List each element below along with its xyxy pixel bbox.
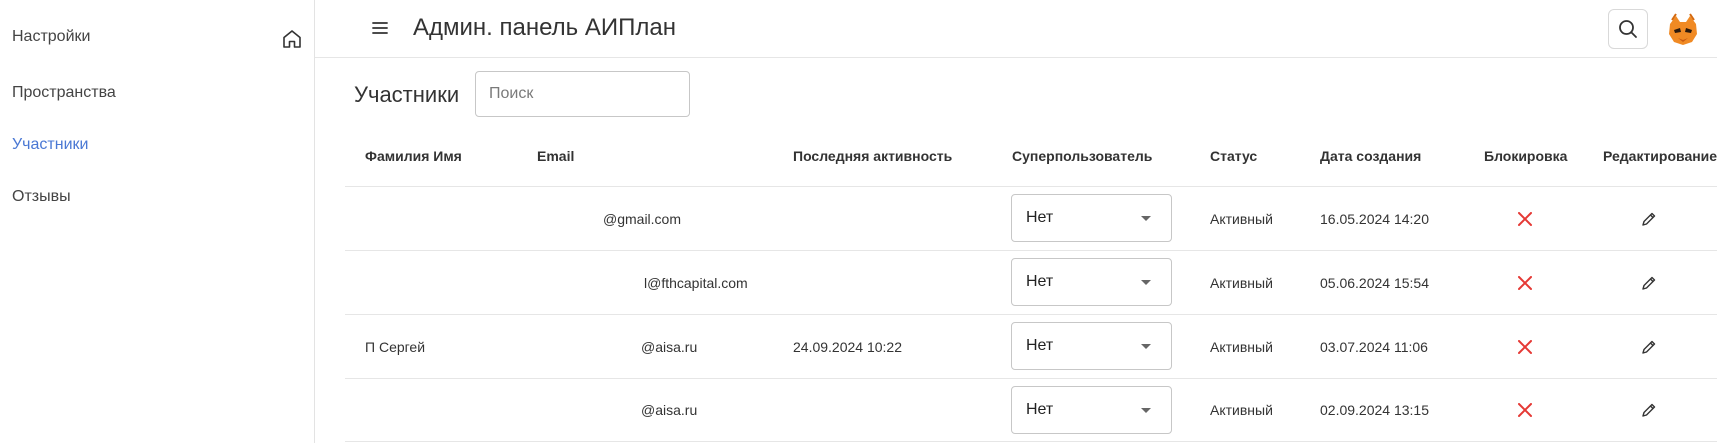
- block-button[interactable]: [1515, 209, 1535, 229]
- chevron-down-icon: [1141, 279, 1151, 285]
- close-icon: [1518, 275, 1532, 290]
- pencil-icon: [1642, 403, 1656, 417]
- pencil-icon: [1642, 276, 1656, 290]
- superuser-value: Нет: [1026, 337, 1054, 354]
- cell-email: @aisa.ru: [641, 338, 698, 355]
- pencil-icon: [1642, 340, 1656, 354]
- column-header-name[interactable]: Фамилия Имя: [365, 148, 462, 164]
- chevron-down-icon: [1141, 343, 1151, 349]
- table-row: @gmail.com Нет Активный 16.05.2024 14:20: [345, 186, 1717, 250]
- cell-created: 02.09.2024 13:15: [1320, 402, 1429, 418]
- cell-last-activity: 24.09.2024 10:22: [793, 338, 902, 355]
- cell-created: 05.06.2024 15:54: [1320, 274, 1429, 291]
- column-header-created[interactable]: Дата создания: [1320, 148, 1421, 164]
- superuser-select[interactable]: Нет: [1011, 386, 1172, 434]
- block-button[interactable]: [1515, 337, 1535, 357]
- close-icon: [1518, 403, 1532, 417]
- table-row: П Сергей @aisa.ru 24.09.2024 10:22 Нет А…: [345, 314, 1717, 378]
- column-header-edit[interactable]: Редактирование: [1603, 148, 1717, 164]
- edit-button[interactable]: [1639, 337, 1659, 357]
- sidebar-divider: [314, 0, 315, 443]
- avatar-image: [1664, 10, 1702, 48]
- app-title: Админ. панель АИПлан: [413, 14, 676, 41]
- search-icon: [1619, 20, 1637, 38]
- sidebar-item-reviews[interactable]: Отзывы: [12, 188, 71, 206]
- edit-button[interactable]: [1639, 400, 1659, 420]
- superuser-select[interactable]: Нет: [1011, 194, 1172, 242]
- sidebar-item-settings[interactable]: Настройки: [12, 28, 90, 46]
- cell-email: l@fthcapital.com: [644, 274, 748, 291]
- cell-status: Активный: [1210, 274, 1273, 291]
- table-row: l@fthcapital.com Нет Активный 05.06.2024…: [345, 250, 1717, 314]
- column-header-email[interactable]: Email: [537, 148, 574, 164]
- column-header-block[interactable]: Блокировка: [1484, 148, 1567, 164]
- cell-status: Активный: [1210, 210, 1273, 227]
- cell-created: 03.07.2024 11:06: [1320, 338, 1428, 355]
- header: Админ. панель АИПлан: [315, 0, 1717, 58]
- superuser-select[interactable]: Нет: [1011, 258, 1172, 306]
- column-header-last-activity[interactable]: Последняя активность: [793, 148, 952, 164]
- hamburger-icon[interactable]: [369, 17, 391, 39]
- sidebar-item-members[interactable]: Участники: [12, 136, 88, 154]
- cell-email: @gmail.com: [603, 210, 682, 227]
- cell-name: П Сергей: [365, 338, 426, 355]
- avatar[interactable]: [1664, 10, 1702, 48]
- chevron-down-icon: [1141, 407, 1151, 413]
- sidebar: Настройки Пространства Участники Отзывы: [0, 0, 314, 443]
- table-row: @aisa.ru Нет Активный 02.09.2024 13:15: [345, 378, 1717, 442]
- search-button[interactable]: [1608, 9, 1648, 49]
- search-input[interactable]: [475, 71, 690, 117]
- block-button[interactable]: [1515, 400, 1535, 420]
- cell-status: Активный: [1210, 338, 1273, 355]
- pencil-icon: [1642, 212, 1656, 226]
- close-icon: [1518, 211, 1532, 226]
- superuser-select[interactable]: Нет: [1011, 322, 1172, 370]
- close-icon: [1518, 339, 1532, 354]
- column-header-status[interactable]: Статус: [1210, 148, 1257, 164]
- superuser-value: Нет: [1026, 401, 1054, 418]
- edit-button[interactable]: [1639, 273, 1659, 293]
- cell-email: @aisa.ru: [641, 402, 698, 418]
- sidebar-item-spaces[interactable]: Пространства: [12, 84, 116, 102]
- edit-button[interactable]: [1639, 209, 1659, 229]
- block-button[interactable]: [1515, 273, 1535, 293]
- cell-created: 16.05.2024 14:20: [1320, 210, 1429, 227]
- superuser-value: Нет: [1026, 273, 1054, 290]
- home-icon[interactable]: [280, 27, 304, 51]
- cell-status: Активный: [1210, 402, 1273, 418]
- chevron-down-icon: [1141, 215, 1151, 221]
- page-title: Участники: [354, 82, 460, 107]
- superuser-value: Нет: [1026, 209, 1054, 226]
- column-header-superuser[interactable]: Суперпользователь: [1012, 148, 1152, 164]
